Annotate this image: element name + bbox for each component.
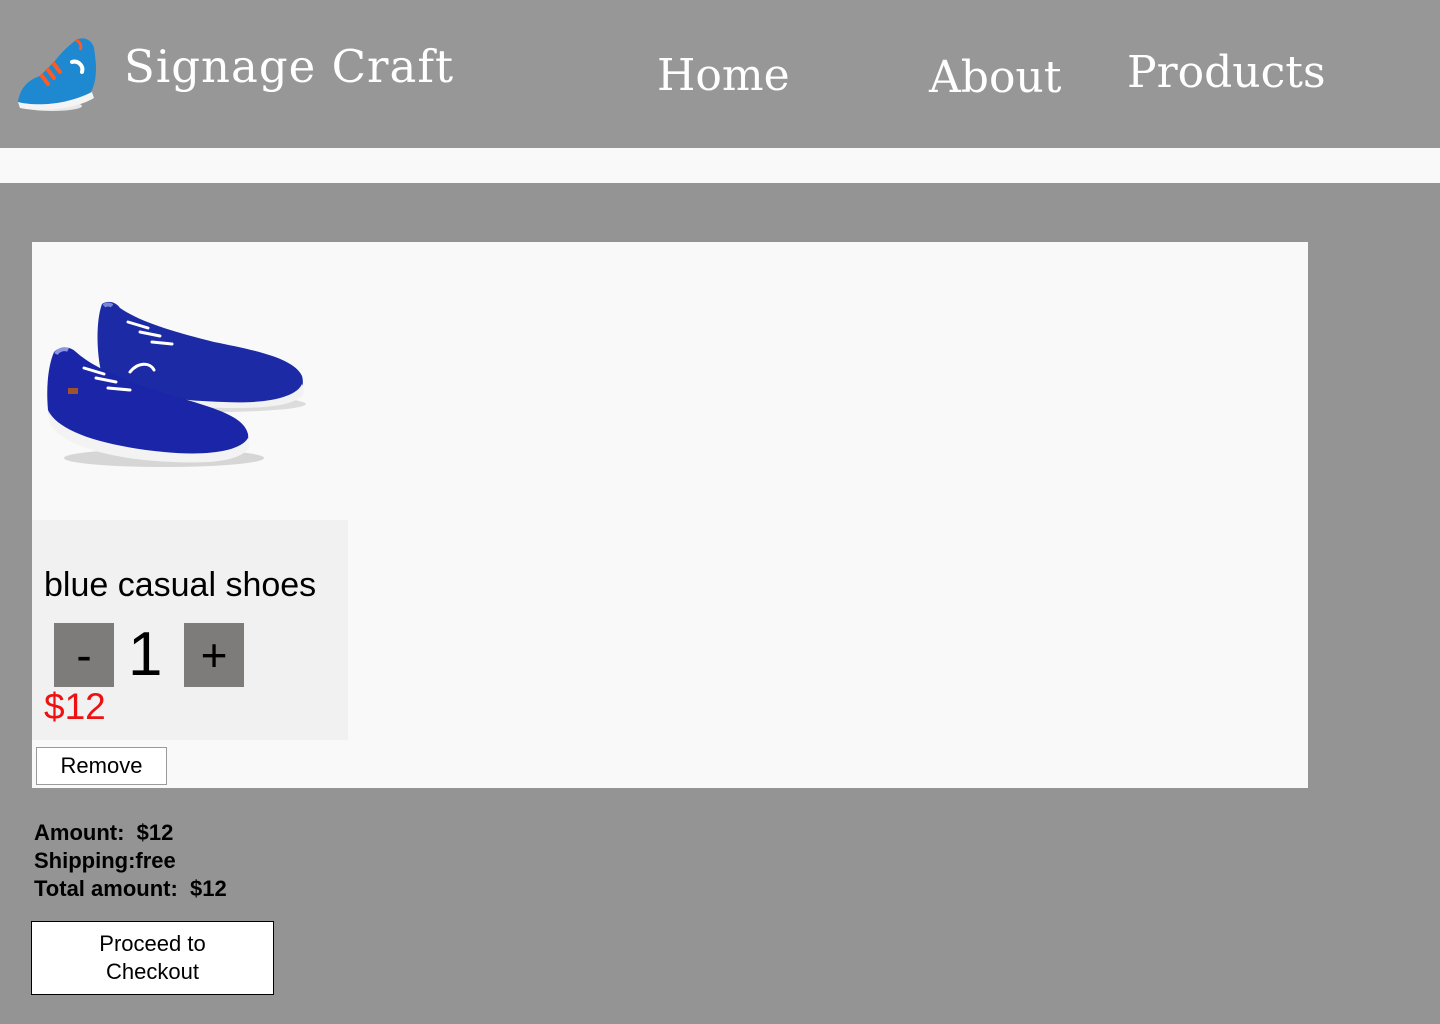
total-amount-line: Total amount: $12 [34,876,227,901]
nav-home-link[interactable]: Home [657,54,790,98]
cart-item-card: blue casual shoes - 1 + $12 [32,520,348,740]
item-name: blue casual shoes [44,566,317,604]
running-shoe-logo-icon[interactable] [14,32,104,116]
quantity-value: 1 [128,620,163,689]
site-header: Signage Craft Home About Products [0,0,1440,148]
blue-boat-shoes-image [44,292,310,472]
amount-line: Amount: $12 [34,820,174,845]
header-divider-band [0,148,1440,183]
shipping-line: Shipping:free [34,848,176,873]
proceed-to-checkout-button[interactable]: Proceed to Checkout [31,921,274,995]
increase-quantity-button[interactable]: + [184,623,244,687]
item-price: $12 [44,686,106,727]
nav-products-link[interactable]: Products [1127,51,1326,95]
brand-name[interactable]: Signage Craft [124,44,454,89]
decrease-quantity-button[interactable]: - [54,623,114,687]
remove-item-button[interactable]: Remove [36,747,167,785]
cart-panel: blue casual shoes - 1 + $12 Remove [32,242,1308,788]
order-summary: Amount: $12 Shipping:free Total amount: … [34,819,227,903]
nav-about-link[interactable]: About [929,56,1061,100]
